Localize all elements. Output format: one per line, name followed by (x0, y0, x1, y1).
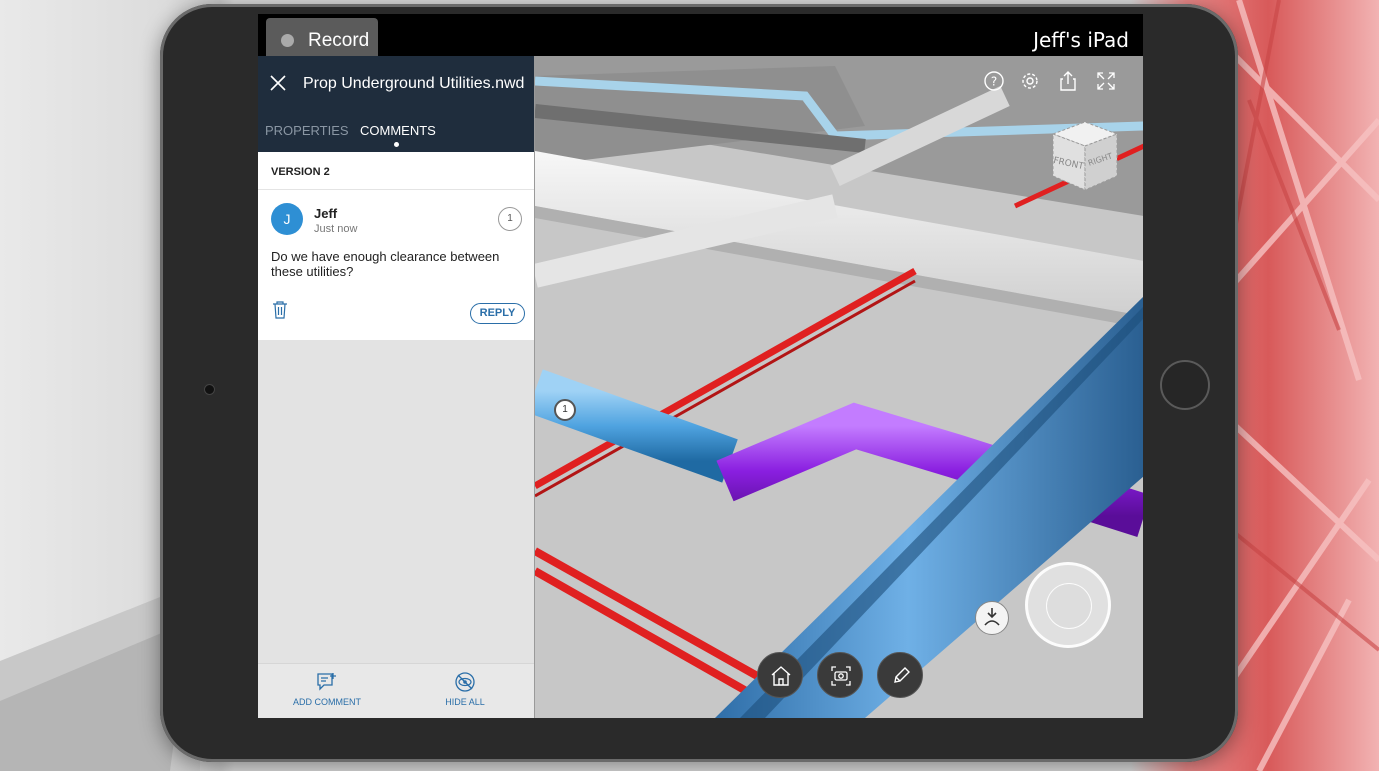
hide-eye-icon (455, 672, 475, 692)
add-comment-button[interactable]: ADD COMMENT (272, 672, 382, 707)
settings-icon[interactable] (1019, 70, 1041, 92)
help-icon[interactable]: ? (983, 70, 1005, 92)
tab-active-indicator (394, 142, 399, 147)
markup-pin[interactable]: 1 (554, 399, 576, 421)
close-icon[interactable] (268, 73, 288, 93)
hide-all-label: HIDE ALL (445, 697, 485, 707)
file-title: Prop Underground Utilities.nwd (303, 75, 525, 92)
svg-text:?: ? (991, 75, 997, 89)
trash-icon[interactable] (272, 301, 288, 319)
comment-body: Do we have enough clearance between thes… (271, 249, 500, 279)
reply-button[interactable]: REPLY (470, 303, 525, 324)
avatar: J (271, 203, 303, 235)
share-icon[interactable] (1057, 70, 1079, 92)
version-label: VERSION 2 (271, 166, 330, 178)
panel-header: Prop Underground Utilities.nwd PROPERTIE… (258, 56, 534, 152)
ipad-screen: Record Jeff's iPad Prop Underground Util… (258, 14, 1143, 718)
hide-all-button[interactable]: HIDE ALL (410, 672, 520, 707)
home-icon (771, 666, 791, 686)
device-name: Jeff's iPad (1033, 28, 1129, 52)
ipad-camera (204, 384, 215, 395)
record-label: Record (308, 30, 370, 51)
camera-icon (831, 666, 851, 686)
navigation-joystick[interactable] (1025, 562, 1111, 648)
comment-number-badge: 1 (498, 207, 522, 231)
status-bar: Record Jeff's iPad (258, 14, 1143, 62)
tab-properties[interactable]: PROPERTIES (265, 123, 349, 138)
joystick-knob[interactable] (1046, 583, 1092, 629)
model-viewport[interactable]: ? FRONT RIGHT 1 (534, 56, 1143, 718)
comment-author: Jeff (314, 206, 338, 221)
viewcube[interactable]: FRONT RIGHT (1045, 116, 1125, 196)
home-button[interactable] (757, 652, 803, 698)
version-header: VERSION 2 (258, 152, 534, 190)
fullscreen-icon[interactable] (1095, 70, 1117, 92)
crystal-decoration (1219, 0, 1379, 771)
record-dot-icon (281, 34, 294, 47)
tab-comments[interactable]: COMMENTS (360, 123, 436, 138)
panel-footer: ADD COMMENT HIDE ALL (258, 663, 534, 718)
comments-panel: Prop Underground Utilities.nwd PROPERTIE… (258, 56, 534, 718)
ipad-home-button[interactable] (1160, 360, 1210, 410)
comment-card[interactable]: J Jeff Just now 1 Do we have enough clea… (258, 190, 534, 340)
pencil-icon (894, 667, 910, 683)
walk-icon (984, 608, 1000, 626)
comment-time: Just now (314, 223, 358, 235)
add-comment-icon (317, 673, 336, 691)
add-comment-label: ADD COMMENT (293, 697, 361, 707)
camera-view-button[interactable] (817, 652, 863, 698)
markup-button[interactable] (877, 652, 923, 698)
walk-mode-button[interactable] (975, 601, 1009, 635)
